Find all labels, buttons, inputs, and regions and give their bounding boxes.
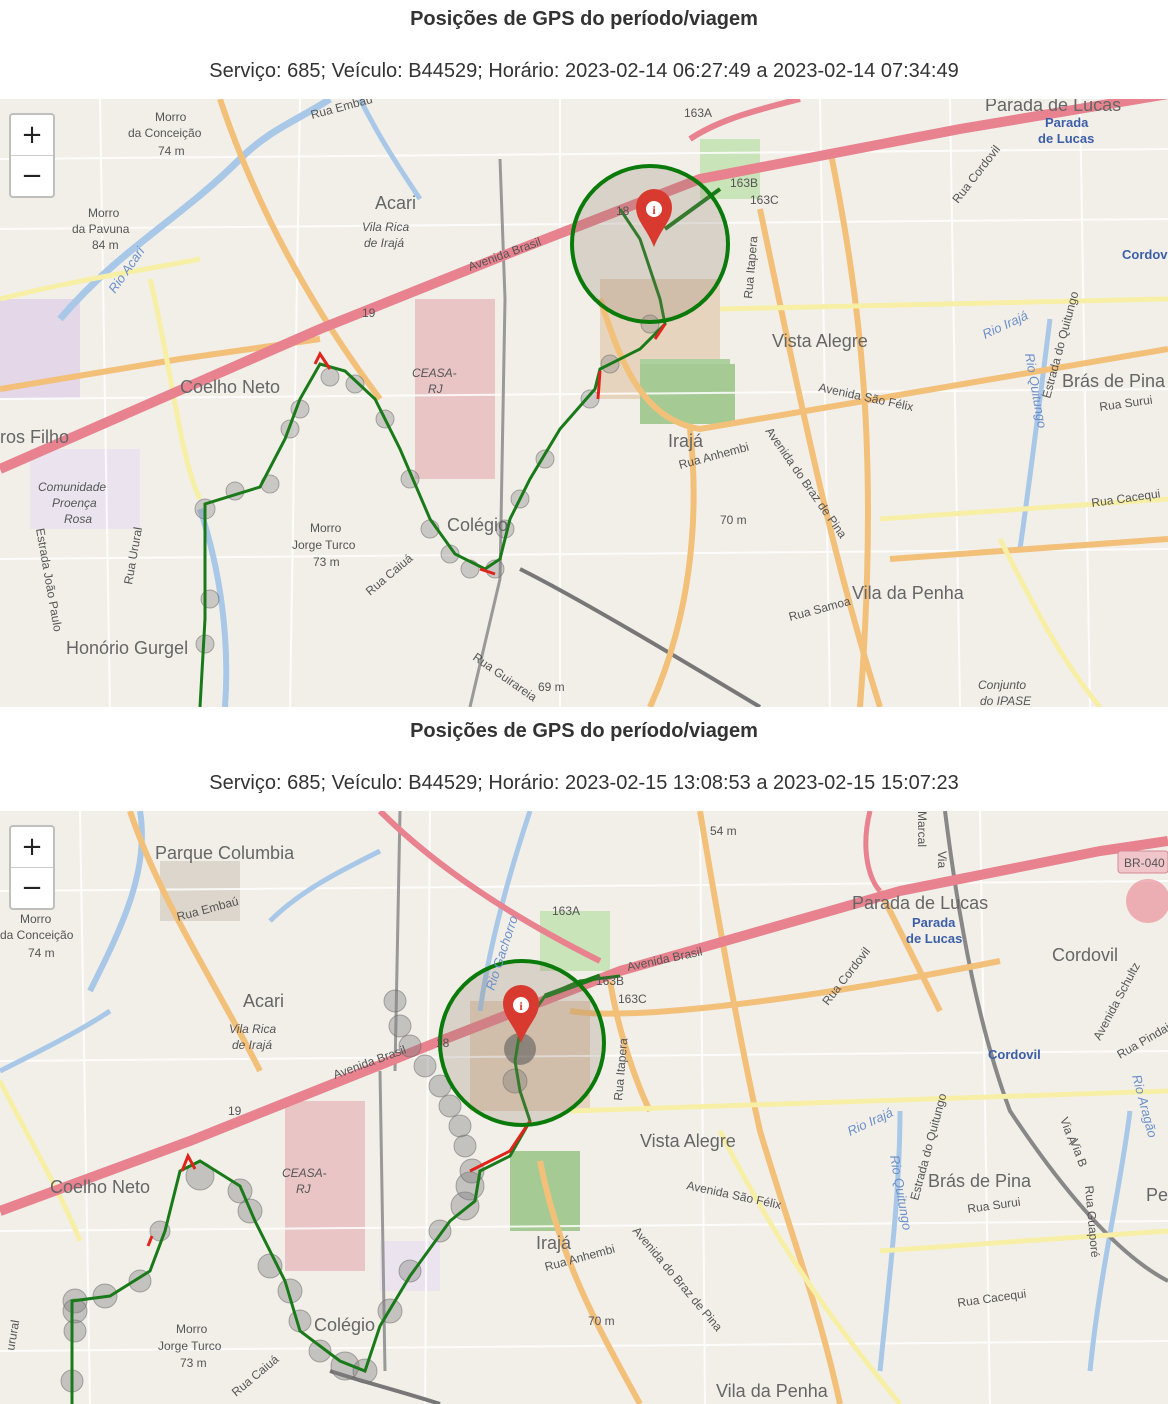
label-parada: Parada <box>912 915 956 930</box>
panel2-zoom-control: + − <box>9 825 55 910</box>
label-vista-alegre: Vista Alegre <box>640 1131 736 1151</box>
panel1-geofence-circle <box>570 164 730 324</box>
label-morro2: Morro <box>88 206 120 220</box>
label-19: 19 <box>362 306 376 320</box>
label-163c: 163C <box>618 992 647 1006</box>
label-do-ipase: do IPASE <box>980 694 1032 707</box>
label-vista-alegre: Vista Alegre <box>772 331 868 351</box>
label-colegio: Colégio <box>314 1315 375 1335</box>
label-bras-pina: Brás de Pina <box>928 1171 1032 1191</box>
panel1-map[interactable]: i Parada de Lucas Parada de Lucas Acari … <box>0 99 1168 707</box>
panel1-zoom-out-button[interactable]: − <box>11 156 53 196</box>
label-coelho-neto: Coelho Neto <box>50 1177 150 1197</box>
label-de-iraja: de Irajá <box>232 1038 272 1052</box>
label-parada-lucas: Parada de Lucas <box>852 893 988 913</box>
panel2-title: Posições de GPS do período/viagem <box>410 720 758 742</box>
label-jorge-turco: Jorge Turco <box>158 1339 222 1353</box>
label-19: 19 <box>228 1104 242 1118</box>
label-jorge-turco: Jorge Turco <box>292 538 356 552</box>
label-ceasa: CEASA- <box>412 366 457 380</box>
label-acari: Acari <box>375 193 416 213</box>
label-marcal: Marcal <box>915 811 929 847</box>
panel1-zoom-in-button[interactable]: + <box>11 115 53 156</box>
label-73m: 73 m <box>180 1356 207 1370</box>
label-vila-rica: Vila Rica <box>229 1022 276 1036</box>
label-ceasa: CEASA- <box>282 1166 327 1180</box>
label-proenca: Proença <box>52 496 97 510</box>
label-iraja: Irajá <box>536 1233 572 1253</box>
label-163c: 163C <box>750 193 779 207</box>
label-vila-penha: Vila da Penha <box>852 583 965 603</box>
label-conjunto: Conjunto <box>978 678 1026 692</box>
label-de-lucas: de Lucas <box>906 931 962 946</box>
label-colegio: Colégio <box>447 515 508 535</box>
label-da-conceicao: da Conceição <box>128 126 202 140</box>
panel1-subtitle: Serviço: 685; Veículo: B44529; Horário: … <box>209 60 959 82</box>
label-parada: Parada <box>1045 115 1089 130</box>
panel1-map-canvas[interactable]: i Parada de Lucas Parada de Lucas Acari … <box>0 99 1168 707</box>
label-via: Via <box>935 851 949 868</box>
label-84m: 84 m <box>92 238 119 252</box>
panel1-title: Posições de GPS do período/viagem <box>410 8 758 30</box>
label-de-iraja: de Irajá <box>364 236 404 250</box>
label-parada-lucas: Parada de Lucas <box>985 99 1121 115</box>
label-morro: Morro <box>20 912 52 926</box>
label-cordovil: Cordovil <box>1052 945 1118 965</box>
label-morro3: Morro <box>310 521 342 535</box>
label-rj: RJ <box>428 382 444 396</box>
label-ros-filho: ros Filho <box>0 427 69 447</box>
label-cordov: Cordov <box>1122 247 1168 262</box>
label-cordovil-station: Cordovil <box>988 1047 1041 1062</box>
label-74m: 74 m <box>28 946 55 960</box>
label-163a: 163A <box>684 106 712 120</box>
label-de-lucas: de Lucas <box>1038 131 1094 146</box>
panel2-zoom-in-button[interactable]: + <box>11 827 53 868</box>
label-da-pavuna: da Pavuna <box>72 222 130 236</box>
label-rj: RJ <box>296 1182 312 1196</box>
label-br040: BR-040 <box>1124 856 1165 870</box>
label-163a: 163A <box>552 904 580 918</box>
label-bras-pina: Brás de Pina <box>1062 371 1166 391</box>
label-74m: 74 m <box>158 144 185 158</box>
panel1-zoom-control: + − <box>9 113 55 198</box>
label-18: 18 <box>436 1036 450 1050</box>
label-acari: Acari <box>243 991 284 1011</box>
label-honorio: Honório Gurgel <box>66 638 188 658</box>
panel2-map-canvas[interactable]: i Parque Columbia Rua Embaú Morro da Con… <box>0 811 1168 1404</box>
label-73m: 73 m <box>313 555 340 569</box>
label-70m: 70 m <box>588 1314 615 1328</box>
label-163b: 163B <box>596 974 624 988</box>
label-morro1: Morro <box>155 110 187 124</box>
label-coelho-neto: Coelho Neto <box>180 377 280 397</box>
label-70m: 70 m <box>720 513 747 527</box>
panel2-zoom-out-button[interactable]: − <box>11 868 53 908</box>
label-69m: 69 m <box>538 680 565 694</box>
label-iraja: Irajá <box>668 431 704 451</box>
panel2-subtitle: Serviço: 685; Veículo: B44529; Horário: … <box>209 772 959 794</box>
label-da-conceicao: da Conceição <box>0 928 74 942</box>
label-rosa: Rosa <box>64 512 92 526</box>
panel2-map[interactable]: i Parque Columbia Rua Embaú Morro da Con… <box>0 811 1168 1404</box>
label-comunidade: Comunidade <box>38 480 106 494</box>
label-morro-jt: Morro <box>176 1322 208 1336</box>
label-pe: Pe <box>1146 1185 1168 1205</box>
label-vila-rica: Vila Rica <box>362 220 409 234</box>
label-parque-colombia: Parque Columbia <box>155 843 295 863</box>
label-18: 18 <box>616 204 630 218</box>
label-163b: 163B <box>730 176 758 190</box>
label-vila-penha: Vila da Penha <box>716 1381 829 1401</box>
label-54m: 54 m <box>710 824 737 838</box>
